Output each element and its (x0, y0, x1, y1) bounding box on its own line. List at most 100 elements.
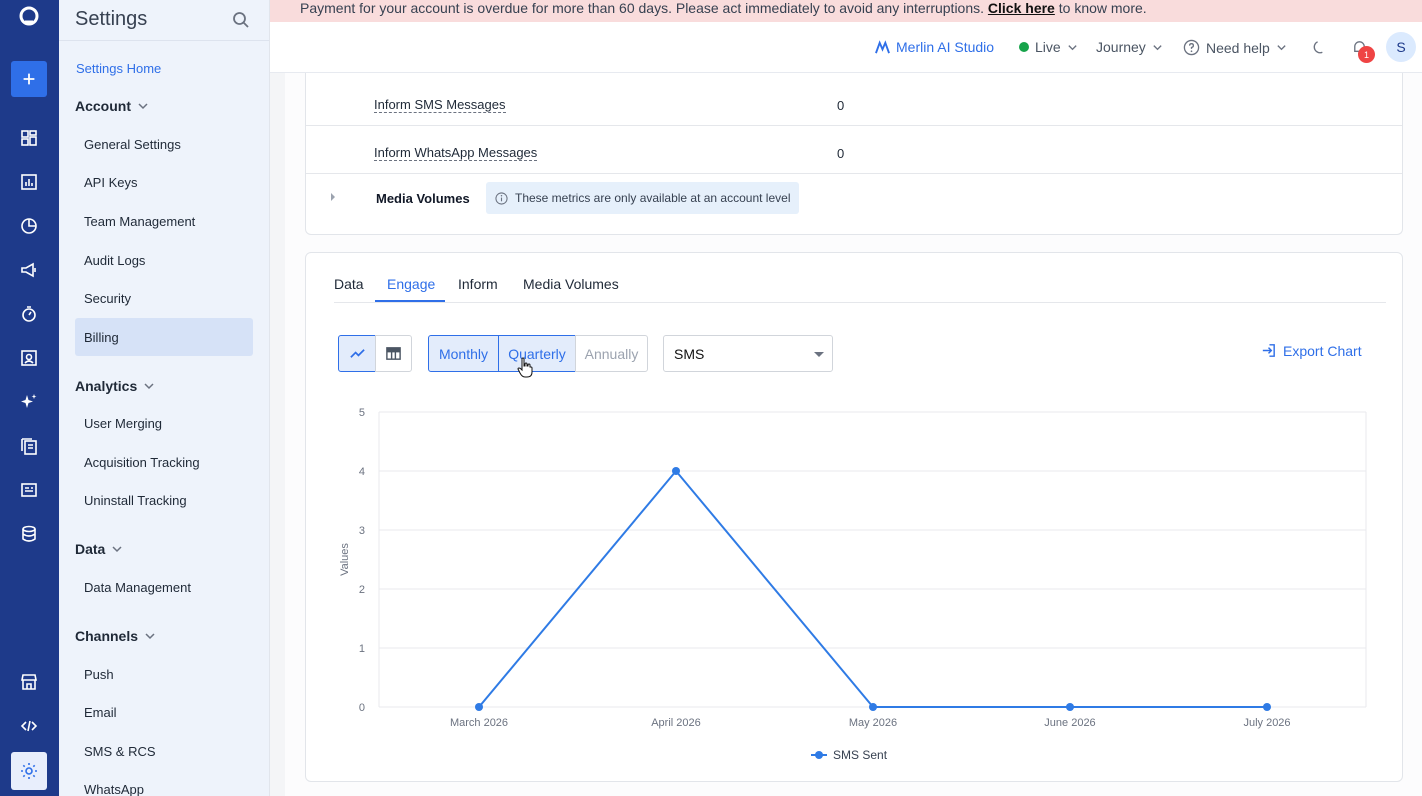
merlin-ai-studio-button[interactable]: Merlin AI Studio (875, 39, 994, 55)
y-tick-label: 4 (359, 466, 365, 478)
help-icon (1183, 39, 1200, 56)
dashboard-icon[interactable] (15, 124, 43, 152)
settings-home-link[interactable]: Settings Home (76, 61, 161, 76)
legend-swatch-dot (815, 751, 823, 759)
create-button[interactable] (11, 61, 47, 97)
segments-icon[interactable] (15, 212, 43, 240)
section-channels[interactable]: Channels (75, 628, 156, 644)
engage-line-chart: 0 1 2 3 4 5 Values March 2026 April 2026 May 2026… (339, 407, 1367, 762)
section-channels-label: Channels (75, 628, 139, 644)
avatar[interactable]: S (1386, 32, 1416, 62)
x-tick-label: March 2026 (450, 717, 508, 729)
row-label[interactable]: Inform SMS Messages (374, 98, 506, 113)
x-tick-label: May 2026 (849, 717, 897, 729)
campaigns-icon[interactable] (15, 256, 43, 284)
dark-mode-toggle[interactable] (1311, 39, 1328, 56)
row-value: 0 (837, 146, 845, 161)
tab-inform[interactable]: Inform (458, 276, 498, 292)
period-monthly-button[interactable]: Monthly (428, 335, 499, 372)
hand-cursor-icon (517, 357, 533, 378)
section-account[interactable]: Account (75, 98, 149, 114)
sidebar-item-email[interactable]: Email (75, 693, 253, 731)
row-value: 0 (837, 98, 845, 113)
x-tick-label: April 2026 (651, 717, 701, 729)
section-analytics[interactable]: Analytics (75, 378, 155, 394)
sidebar-item-user-merging[interactable]: User Merging (75, 404, 253, 442)
line-chart-view-button[interactable] (338, 335, 376, 372)
sidebar-item-whatsapp[interactable]: WhatsApp (75, 770, 253, 796)
active-tab-underline (375, 300, 445, 302)
database-icon[interactable] (15, 520, 43, 548)
y-axis-label: Values (339, 543, 351, 576)
chevron-down-icon (144, 383, 154, 390)
sidebar-item-team-management[interactable]: Team Management (75, 202, 253, 240)
chevron-down-icon (145, 633, 155, 640)
x-tick-label: July 2026 (1243, 717, 1290, 729)
sidebar-item-security[interactable]: Security (75, 279, 253, 317)
analytics-icon[interactable] (15, 168, 43, 196)
icon-rail (0, 0, 59, 796)
y-tick-label: 2 (359, 584, 365, 596)
journey-label: Journey (1096, 39, 1146, 55)
chart-card: Data Engage Inform Media Volumes Monthly… (305, 252, 1403, 782)
journey-dropdown[interactable]: Journey (1096, 39, 1163, 55)
payment-overdue-banner: Payment for your account is overdue for … (270, 0, 1422, 22)
help-label: Need help (1206, 39, 1270, 56)
export-chart-button[interactable]: Export Chart (1260, 342, 1362, 359)
chevron-down-icon (1068, 44, 1077, 50)
sidebar-item-push[interactable]: Push (75, 655, 253, 693)
sidebar-item-api-keys[interactable]: API Keys (75, 163, 253, 201)
tab-data[interactable]: Data (334, 276, 364, 292)
sidebar-divider (59, 40, 269, 41)
data-point (1263, 703, 1271, 711)
tab-engage[interactable]: Engage (387, 276, 435, 292)
search-icon[interactable] (231, 10, 251, 30)
sidebar-item-uninstall-tracking[interactable]: Uninstall Tracking (75, 481, 253, 519)
sidebar-item-data-management[interactable]: Data Management (75, 568, 253, 606)
y-tick-label: 1 (359, 643, 365, 655)
settings-gear-button[interactable] (11, 752, 47, 790)
need-help-dropdown[interactable]: Need help (1183, 39, 1287, 56)
chevron-down-icon (1153, 44, 1162, 50)
user-profile-icon[interactable] (15, 344, 43, 372)
code-icon[interactable] (15, 712, 43, 740)
sidebar-item-audit-logs[interactable]: Audit Logs (75, 241, 253, 279)
sidebar-title: Settings (75, 8, 148, 30)
row-label[interactable]: Inform WhatsApp Messages (374, 146, 538, 161)
banner-link[interactable]: Click here (988, 0, 1055, 16)
line-chart-icon (349, 349, 365, 358)
period-annually-button[interactable]: Annually (575, 335, 648, 372)
tab-media-volumes[interactable]: Media Volumes (523, 276, 619, 292)
table-view-button[interactable] (375, 335, 412, 372)
merlin-label: Merlin AI Studio (896, 39, 995, 55)
expand-caret-icon[interactable] (331, 193, 335, 201)
content-icon[interactable] (15, 432, 43, 460)
news-icon[interactable] (15, 476, 43, 504)
export-chart-label: Export Chart (1283, 342, 1362, 359)
caret-down-icon (814, 352, 824, 357)
data-point (672, 467, 680, 475)
channel-select[interactable]: SMS (663, 335, 833, 372)
live-status-dot (1019, 42, 1029, 52)
timer-icon[interactable] (15, 300, 43, 328)
sidebar-item-acquisition-tracking[interactable]: Acquisition Tracking (75, 443, 253, 481)
chevron-down-icon (1277, 45, 1286, 51)
export-icon (1262, 344, 1275, 357)
settings-sidebar: Settings Settings Home Account General S… (59, 0, 270, 796)
period-quarterly-button[interactable]: Quarterly (498, 335, 576, 372)
sidebar-item-billing[interactable]: Billing (75, 318, 253, 356)
sidebar-item-sms-rcs[interactable]: SMS & RCS (75, 732, 253, 770)
chevron-down-icon (138, 103, 148, 110)
sidebar-item-general-settings[interactable]: General Settings (75, 125, 253, 163)
y-tick-label: 3 (359, 525, 365, 537)
section-data[interactable]: Data (75, 541, 123, 557)
sparkle-icon[interactable] (15, 388, 43, 416)
store-icon[interactable] (15, 668, 43, 696)
app-logo-icon[interactable] (15, 2, 43, 30)
merlin-icon (875, 39, 890, 53)
table-row: Inform SMS Messages 0 (306, 78, 1402, 126)
environment-dropdown[interactable]: Live (1019, 39, 1078, 55)
x-tick-label: June 2026 (1044, 717, 1095, 729)
notification-count-badge: 1 (1358, 46, 1375, 63)
y-tick-label: 0 (359, 702, 365, 714)
